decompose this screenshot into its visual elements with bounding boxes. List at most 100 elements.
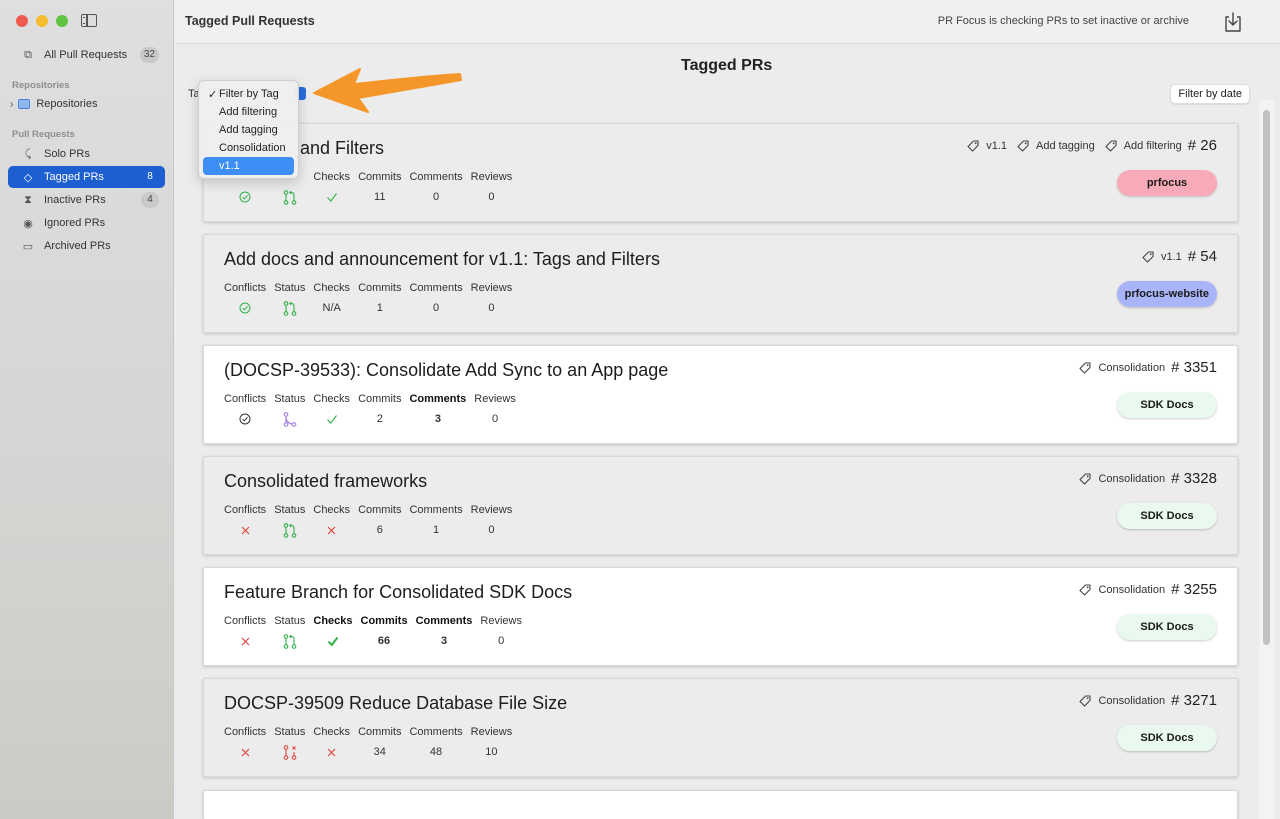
check-circle-icon <box>239 191 251 203</box>
filter-by-date-button[interactable]: Filter by date <box>1170 84 1250 104</box>
dropdown-item-add-tagging[interactable]: Add tagging <box>203 121 294 139</box>
sidebar-item-tagged-prs[interactable]: ◇ Tagged PRs 8 <box>8 166 165 188</box>
stat-commits: Commits 11 <box>358 171 401 204</box>
scrollbar-thumb[interactable] <box>1263 110 1270 645</box>
dropdown-item-filter-by-tag[interactable]: ✓ Filter by Tag <box>203 85 294 103</box>
tag-chip[interactable]: v1.1 <box>1142 251 1182 263</box>
stat-value-commits: 6 <box>376 524 383 536</box>
stat-value-reviews: 0 <box>498 635 505 647</box>
pr-card[interactable]: Consolidated frameworks Conflicts Status Ch… <box>203 456 1238 555</box>
repo-badge[interactable]: SDK Docs <box>1117 725 1217 751</box>
conflicts-indicator <box>239 301 251 315</box>
tag-icon <box>1079 472 1092 485</box>
annotation-arrow-icon <box>313 68 462 113</box>
stat-conflicts: Conflicts <box>224 615 266 648</box>
stat-reviews: Reviews 0 <box>474 393 516 426</box>
stat-value-comments: 3 <box>434 413 441 425</box>
sidebar-item-label: Archived PRs <box>44 240 111 252</box>
stat-label: Status <box>274 504 306 516</box>
pr-tags-and-number: Consolidation # 3271 <box>1069 692 1217 709</box>
dropdown-item-label: Add filtering <box>219 106 278 118</box>
sidebar-item-archived-prs[interactable]: ▭ Archived PRs <box>8 235 165 257</box>
archive-icon: ▭ <box>22 240 34 253</box>
repo-badge[interactable]: prfocus-website <box>1116 281 1217 307</box>
stat-reviews: Reviews 10 <box>471 726 513 759</box>
pr-title[interactable]: Add docs and announcement for v1.1: Tags… <box>224 249 660 270</box>
zoom-window-button[interactable] <box>56 15 68 27</box>
stat-value-reviews: 10 <box>485 746 498 758</box>
stat-comments: Comments 1 <box>409 504 462 537</box>
pr-card-partial[interactable] <box>203 790 1238 819</box>
stack-icon: ⧉ <box>24 48 32 61</box>
repo-badge[interactable]: SDK Docs <box>1117 503 1217 529</box>
dropdown-item-consolidation[interactable]: Consolidation <box>203 139 294 157</box>
stat-commits: Commits 1 <box>358 282 401 315</box>
hourglass-icon: ⧗ <box>24 193 32 206</box>
pr-card[interactable]: Feature Branch for Consolidated SDK Docs… <box>203 567 1238 666</box>
pr-tags-and-number: v1.1 Add tagging Add filtering # 26 <box>957 137 1217 154</box>
checkmark-icon: ✓ <box>208 88 218 101</box>
stat-checks: Checks <box>313 171 350 204</box>
check-circle-icon <box>239 302 251 314</box>
sidebar-toggle-icon[interactable] <box>81 14 97 27</box>
count-badge: 8 <box>147 171 153 182</box>
dropdown-item-label: Add tagging <box>219 124 278 136</box>
sidebar-item-all-pull-requests[interactable]: ⧉ All Pull Requests 32 <box>8 44 165 66</box>
download-icon[interactable] <box>1224 11 1242 33</box>
status-indicator <box>283 411 297 427</box>
tag-icon <box>1017 139 1029 152</box>
eye-slash-icon: ◉ <box>23 217 33 230</box>
stat-reviews: Reviews 0 <box>471 504 513 537</box>
chevron-right-icon[interactable]: › <box>10 99 13 110</box>
tag-chip[interactable]: Add tagging <box>1017 140 1095 152</box>
sidebar-item-label: Inactive PRs <box>44 194 106 206</box>
tag-chip[interactable]: Consolidation <box>1079 473 1165 485</box>
dropdown-item-v1-1[interactable]: v1.1 <box>203 157 294 175</box>
pr-title[interactable]: DOCSP-39509 Reduce Database File Size <box>224 693 567 714</box>
pr-tags-and-number: Consolidation # 3351 <box>1069 359 1217 376</box>
sidebar-item-solo-prs[interactable]: ⤹ Solo PRs <box>8 143 165 165</box>
close-window-button[interactable] <box>16 15 28 27</box>
status-indicator <box>283 744 297 760</box>
pr-card[interactable]: Add docs and announcement for v1.1: Tags… <box>203 234 1238 333</box>
tag-chip[interactable]: Consolidation <box>1079 584 1165 596</box>
pr-card[interactable]: and FiltersConflictsStatusChecksCommits1… <box>203 123 1238 222</box>
section-header-repositories: Repositories <box>12 80 70 91</box>
dropdown-item-add-filtering[interactable]: Add filtering <box>203 103 294 121</box>
tag-chip[interactable]: v1.1 <box>967 140 1007 152</box>
pr-title[interactable]: Feature Branch for Consolidated SDK Docs <box>224 582 572 603</box>
tag-label: Add filtering <box>1123 139 1182 152</box>
repo-badge[interactable]: prfocus <box>1117 170 1217 196</box>
stat-label: Checks <box>313 393 351 405</box>
pr-title[interactable]: (DOCSP-39533): Consolidate Add Sync to a… <box>224 360 668 381</box>
sidebar-item-label: Repositories <box>36 98 98 110</box>
pr-card[interactable]: (DOCSP-39533): Consolidate Add Sync to a… <box>203 345 1238 444</box>
pr-stats: Conflicts Status Checks Commits 2 Comments 3 Re… <box>224 393 524 427</box>
stat-reviews: Reviews 0 <box>480 615 522 648</box>
pr-card[interactable]: DOCSP-39509 Reduce Database File Size Con… <box>203 678 1238 777</box>
sidebar-item-ignored-prs[interactable]: ◉ Ignored PRs <box>8 212 165 234</box>
checks-indicator <box>326 412 338 426</box>
sidebar-item-label: All Pull Requests <box>44 49 128 61</box>
pr-title[interactable]: Consolidated frameworks <box>224 471 427 492</box>
tag-label: v1.1 <box>986 139 1007 152</box>
tag-chip[interactable]: Consolidation <box>1079 695 1165 707</box>
repo-badge[interactable]: SDK Docs <box>1117 392 1217 418</box>
stat-label: Reviews <box>470 282 513 294</box>
sidebar-item-inactive-prs[interactable]: ⧗ Inactive PRs 4 <box>8 189 165 211</box>
pr-tags-and-number: Consolidation # 3255 <box>1069 581 1217 598</box>
stat-checks: Checks <box>313 393 350 426</box>
tag-chip[interactable]: Consolidation <box>1079 362 1165 374</box>
stat-value-comments: 0 <box>432 191 440 203</box>
tag-label: Consolidation <box>1098 361 1166 374</box>
tag-chip[interactable]: Add filtering <box>1105 140 1182 152</box>
repo-badge[interactable]: SDK Docs <box>1117 614 1217 640</box>
pr-title[interactable]: and Filters <box>300 138 384 159</box>
pr-stats: Conflicts Status Checks Commits 34 Comments 48… <box>224 726 520 760</box>
minimize-window-button[interactable] <box>36 15 48 27</box>
stat-comments: Comments 0 <box>409 282 462 315</box>
tag-label: Consolidation <box>1098 694 1166 707</box>
sidebar-item-label: Ignored PRs <box>44 217 106 229</box>
sidebar-item-repositories[interactable]: › Repositories <box>8 93 165 115</box>
stat-reviews: Reviews 0 <box>471 171 513 204</box>
